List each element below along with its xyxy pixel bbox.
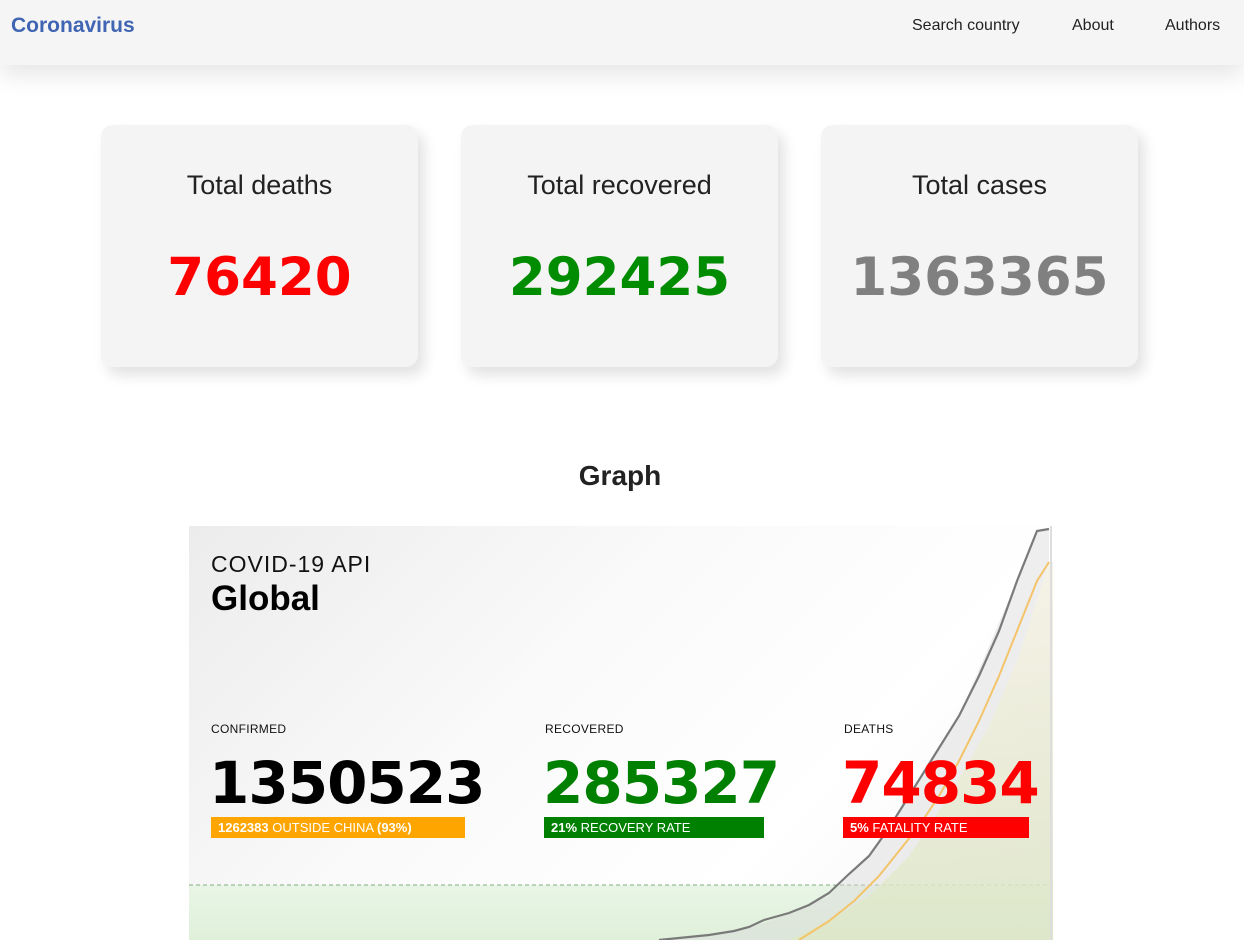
total-deaths-card: Total deaths 76420: [101, 125, 418, 367]
graph-image: COVID-19 API Global CONFIRMED 1350523 12…: [189, 526, 1053, 940]
total-cases-card: Total cases 1363365: [821, 125, 1138, 367]
confirmed-bar-strong: 1262383: [218, 820, 269, 835]
brand-link[interactable]: Coronavirus: [11, 14, 135, 38]
confirmed-value: 1350523: [209, 749, 485, 817]
total-deaths-value: 76420: [167, 247, 352, 308]
confirmed-bar-pct: (93%): [377, 820, 412, 835]
confirmed-label: CONFIRMED: [211, 722, 287, 736]
graph-heading: Graph: [578, 460, 662, 491]
recovered-bar: 21% RECOVERY RATE: [544, 817, 764, 838]
total-cases-value: 1363365: [850, 247, 1109, 308]
deaths-bar-text: FATALITY RATE: [872, 820, 968, 835]
recovered-bar-strong: 21%: [551, 820, 578, 835]
deaths-label: DEATHS: [844, 722, 894, 736]
api-label: COVID-19 API: [211, 551, 372, 577]
deaths-bar: 5% FATALITY RATE: [843, 817, 1029, 838]
recovered-label: RECOVERED: [545, 722, 624, 736]
region-title: Global: [211, 579, 320, 618]
recovered-value: 285327: [543, 749, 780, 817]
card-title: Total recovered: [527, 170, 712, 200]
confirmed-bar-text: OUTSIDE CHINA: [272, 820, 374, 835]
confirmed-bar: 1262383 OUTSIDE CHINA (93%): [211, 817, 465, 838]
nav-about[interactable]: About: [1072, 17, 1114, 35]
nav-authors[interactable]: Authors: [1165, 17, 1220, 35]
nav-search-country[interactable]: Search country: [912, 17, 1020, 35]
total-recovered-value: 292425: [508, 247, 731, 308]
card-title: Total deaths: [186, 170, 333, 200]
deaths-bar-strong: 5%: [850, 820, 869, 835]
total-recovered-card: Total recovered 292425: [461, 125, 778, 367]
deaths-value: 74834: [842, 749, 1040, 817]
recovered-bar-text: RECOVERY RATE: [580, 820, 691, 835]
navbar: Coronavirus Search country About Authors: [0, 0, 1244, 65]
card-title: Total cases: [911, 170, 1048, 200]
